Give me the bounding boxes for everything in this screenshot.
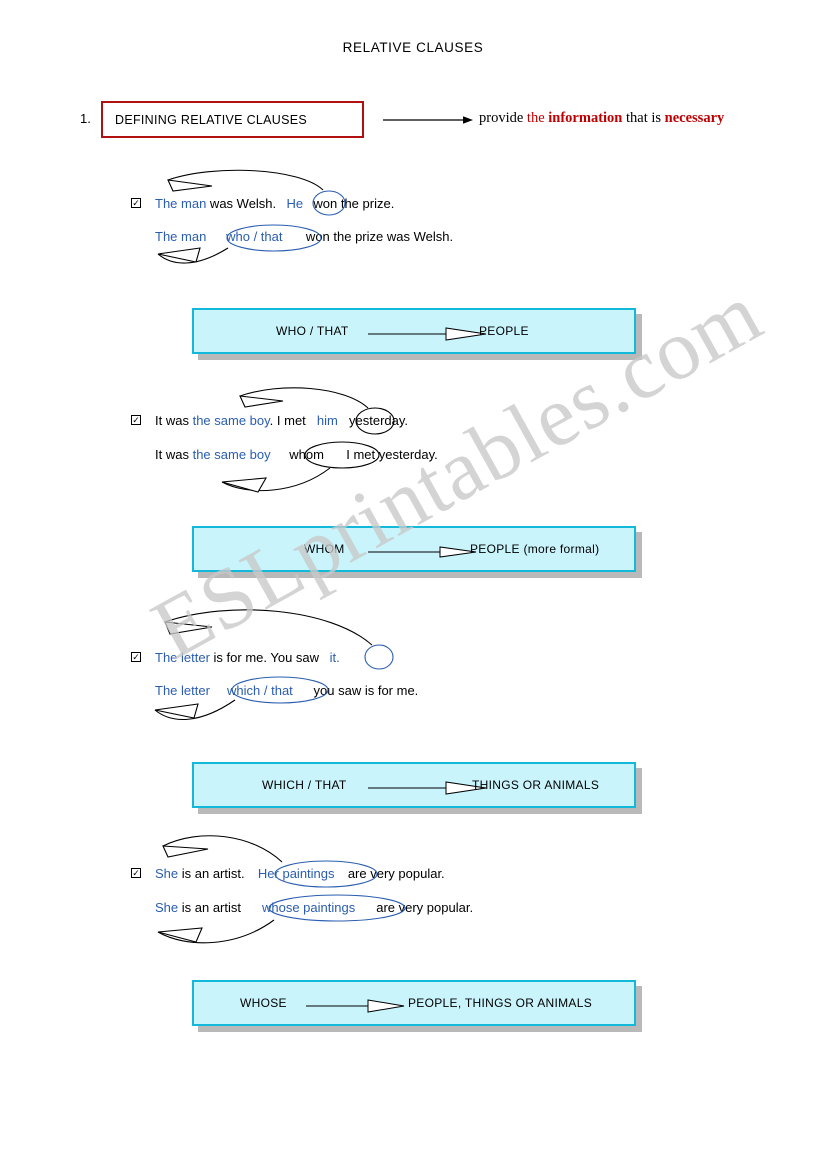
example-3-line-1: The letter is for me. You saw it. bbox=[155, 650, 347, 665]
description-middle: that is bbox=[622, 110, 665, 126]
section-description: provide the information that is necessar… bbox=[479, 110, 724, 127]
example-2-line2-rest: I met yesterday. bbox=[342, 447, 438, 462]
example-2-subject-2: the same boy bbox=[192, 447, 271, 462]
defining-relative-clauses-heading: DEFINING RELATIVE CLAUSES bbox=[101, 101, 364, 138]
bullet-checkbox bbox=[131, 415, 141, 425]
rule-2-right-label: PEOPLE (more formal) bbox=[470, 542, 600, 556]
example-1-relative-pronoun: who / that bbox=[226, 229, 283, 244]
bullet-checkbox bbox=[131, 198, 141, 208]
example-2-line1-mid: . I met bbox=[269, 413, 310, 428]
rule-4-right-label: PEOPLE, THINGS OR ANIMALS bbox=[408, 996, 592, 1010]
rule-box-1-shadow bbox=[198, 354, 642, 360]
example-3-line2-rest: you saw is for me. bbox=[309, 683, 419, 698]
example-1-pronoun: He bbox=[286, 196, 304, 211]
rule-box-2-shadow-right bbox=[636, 532, 642, 578]
example-2-prefix-2: It was bbox=[155, 447, 193, 462]
block-arrow-icon bbox=[368, 546, 477, 558]
bullet-checkbox bbox=[131, 868, 141, 878]
description-prefix: provide bbox=[479, 110, 527, 126]
example-4-subject: She bbox=[155, 866, 179, 881]
rule-1-left-label: WHO / THAT bbox=[276, 324, 349, 338]
rule-box-1-shadow-right bbox=[636, 314, 642, 360]
rule-box-which-that: WHICH / THAT THINGS OR ANIMALS bbox=[192, 762, 636, 808]
block-arrow-icon bbox=[306, 999, 405, 1013]
rule-box-who-that: WHO / THAT PEOPLE bbox=[192, 308, 636, 354]
example-4-relative-pronoun: whose paintings bbox=[261, 900, 356, 915]
example-1-subject: The man bbox=[155, 196, 207, 211]
rule-box-3-shadow-right bbox=[636, 768, 642, 814]
rule-box-4-shadow-right bbox=[636, 986, 642, 1032]
example-1-line-1: The man was Welsh. He won the prize. bbox=[155, 196, 394, 211]
example-2-line-2: It was the same boy whom I met yesterday. bbox=[155, 447, 438, 462]
example-2-subject: the same boy bbox=[192, 413, 270, 428]
example-1-line1-rest: was Welsh. bbox=[206, 196, 280, 211]
example-4-pronoun: Her paintings bbox=[257, 866, 335, 881]
example-1-line-2: The man who / that won the prize was Wels… bbox=[155, 229, 453, 244]
block-arrow-icon bbox=[368, 781, 487, 795]
description-highlight-1: the bbox=[526, 110, 545, 126]
rule-box-whom: WHOM PEOPLE (more formal) bbox=[192, 526, 636, 572]
rule-box-3-shadow bbox=[198, 808, 642, 814]
rule-1-right-label: PEOPLE bbox=[479, 324, 529, 338]
example-1-line2-rest: won the prize was Welsh. bbox=[302, 229, 454, 244]
rule-box-whose: WHOSE PEOPLE, THINGS OR ANIMALS bbox=[192, 980, 636, 1026]
right-arrow-icon bbox=[383, 116, 473, 124]
example-3-line-2: The letter which / that you saw is for me… bbox=[155, 683, 418, 698]
description-highlight-1-bold: information bbox=[544, 110, 623, 126]
example-4-line2-rest: are very popular. bbox=[372, 900, 474, 915]
example-4-line1-mid: is an artist. bbox=[178, 866, 249, 881]
rule-2-left-label: WHOM bbox=[304, 542, 345, 556]
example-2-line1-end: yesterday. bbox=[345, 413, 409, 428]
rule-3-right-label: THINGS OR ANIMALS bbox=[472, 778, 600, 792]
example-1-subject-2: The man bbox=[155, 229, 207, 244]
block-arrow-icon bbox=[368, 327, 487, 341]
bullet-checkbox bbox=[131, 652, 141, 662]
example-4-line-2: She is an artist whose paintings are ver… bbox=[155, 900, 473, 915]
example-3-pronoun: it. bbox=[329, 650, 340, 665]
rule-4-left-label: WHOSE bbox=[240, 996, 287, 1010]
example-3-line1-mid: is for me. You saw bbox=[209, 650, 323, 665]
rule-box-4-shadow bbox=[198, 1026, 642, 1032]
example-2-relative-pronoun: whom bbox=[289, 447, 324, 462]
example-2-line-1: It was the same boy. I met him yesterday… bbox=[155, 413, 408, 428]
example-3-relative-pronoun: which / that bbox=[227, 683, 293, 698]
example-2-prefix: It was bbox=[155, 413, 193, 428]
example-3-subject: The letter bbox=[155, 650, 210, 665]
example-3-subject-2: The letter bbox=[155, 683, 210, 698]
example-4-line2-mid: is an artist bbox=[178, 900, 245, 915]
section-number: 1. bbox=[80, 111, 91, 126]
worksheet-page: RELATIVE CLAUSES 1. DEFINING RELATIVE CL… bbox=[0, 0, 826, 1169]
example-1-line1-end: won the prize. bbox=[309, 196, 395, 211]
example-2-pronoun: him bbox=[316, 413, 338, 428]
defining-heading-label: DEFINING RELATIVE CLAUSES bbox=[115, 112, 308, 127]
example-4-line1-end: are very popular. bbox=[344, 866, 445, 881]
description-highlight-2: necessary bbox=[664, 110, 725, 126]
page-title: RELATIVE CLAUSES bbox=[342, 40, 484, 55]
rule-3-left-label: WHICH / THAT bbox=[262, 778, 347, 792]
rule-box-2-shadow bbox=[198, 572, 642, 578]
example-4-line-1: She is an artist. Her paintings are very… bbox=[155, 866, 445, 881]
example-4-subject-2: She bbox=[155, 900, 179, 915]
